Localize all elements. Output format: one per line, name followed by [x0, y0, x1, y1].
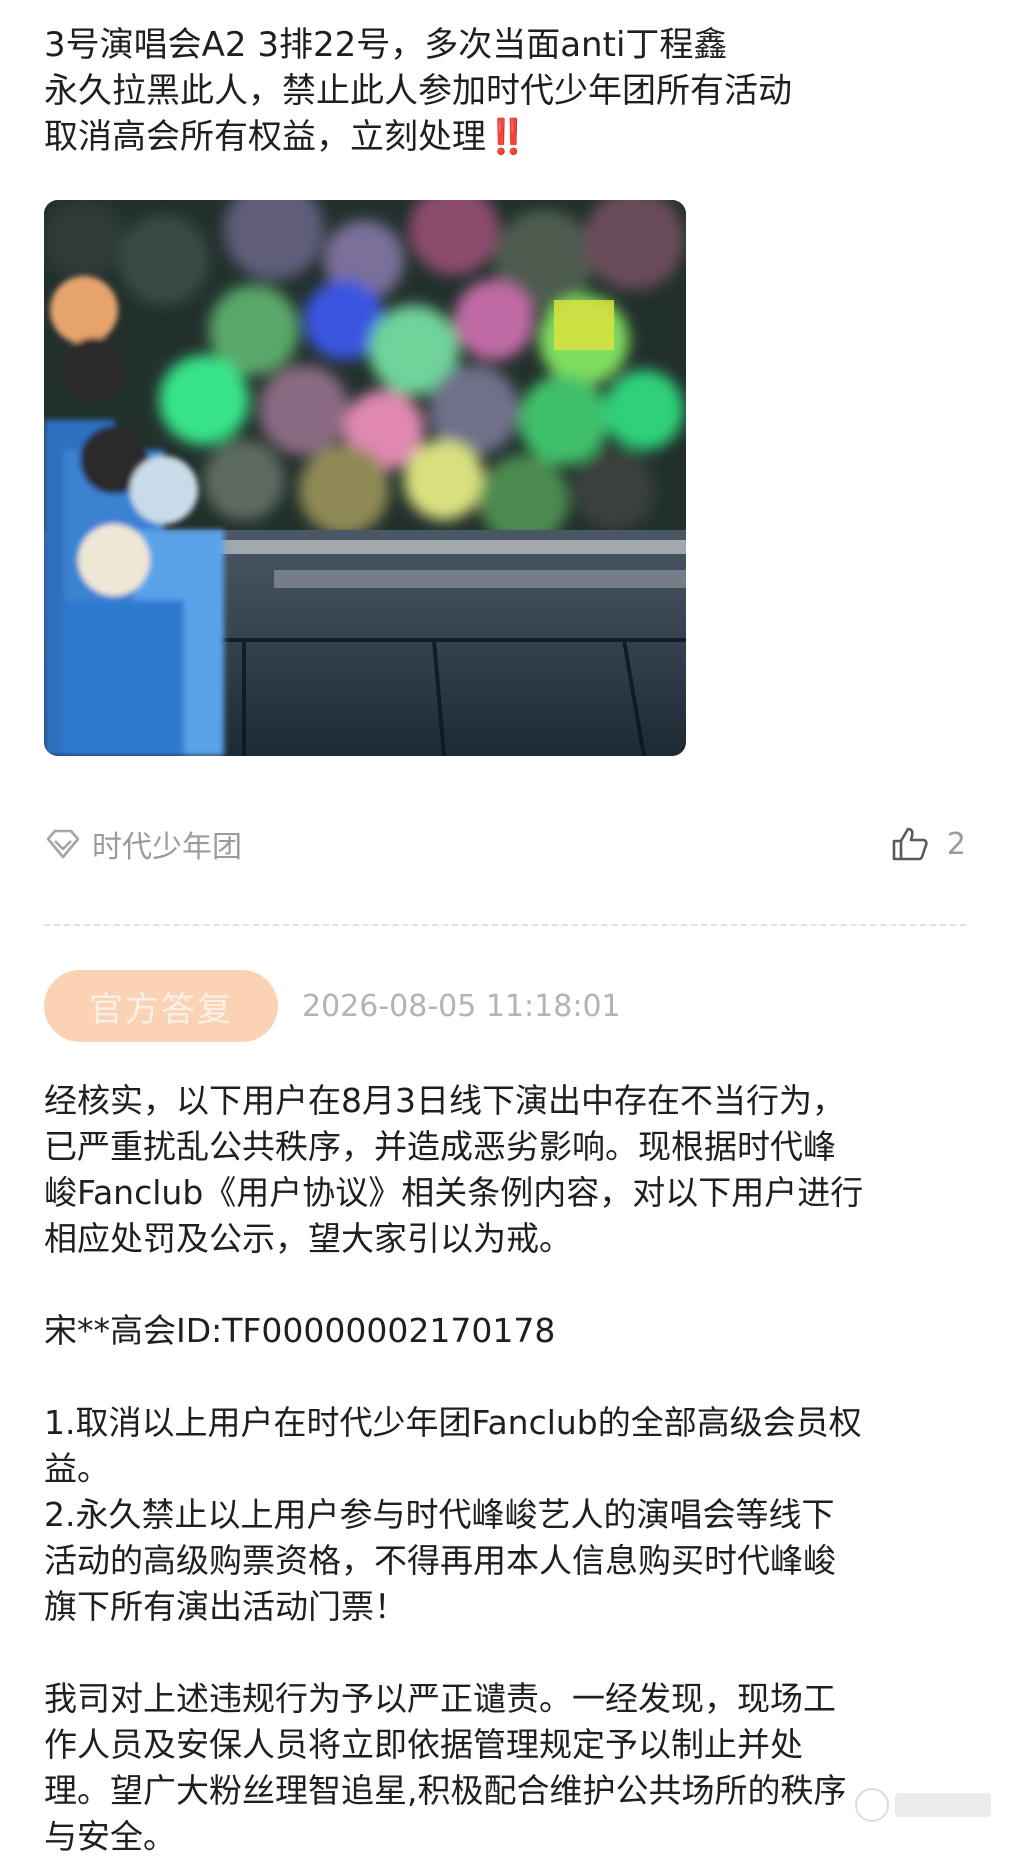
official-reply-badge: 官方答复 — [44, 970, 278, 1042]
penalty-line: 旗下所有演出活动门票！ — [44, 1587, 407, 1626]
closing-line: 作人员及安保人员将立即依据管理规定予以制止并处 — [44, 1725, 803, 1764]
penalty-line: 2.永久禁止以上用户参与时代峰峻艺人的演唱会等线下 — [44, 1495, 835, 1534]
like-button[interactable]: 2 — [891, 822, 966, 866]
closing-line: 我司对上述违规行为予以严正谴责。一经发现，现场工 — [44, 1679, 836, 1718]
topic-tag[interactable]: 时代少年团 — [44, 822, 242, 866]
like-count: 2 — [946, 826, 966, 862]
section-divider — [44, 924, 966, 926]
reply-line: 峻Fanclub《用户协议》相关条例内容，对以下用户进行 — [44, 1173, 864, 1212]
watermark-redacted — [895, 1793, 991, 1817]
penalty-line: 1.取消以上用户在时代少年团Fanclub的全部高级会员权 — [44, 1403, 862, 1442]
reply-line: 已严重扰乱公共秩序，并造成恶劣影响。现根据时代峰 — [44, 1127, 836, 1166]
concert-photo[interactable] — [44, 200, 686, 756]
post-line: 取消高会所有权益，立刻处理‼️ — [44, 114, 974, 160]
post-line: 3号演唱会A2 3排22号，多次当面anti丁程鑫 — [44, 25, 728, 65]
penalty-line: 活动的高级购票资格，不得再用本人信息购买时代峰峻 — [44, 1541, 836, 1580]
user-id-line: 宋**高会ID:TF00000002170178 — [44, 1311, 556, 1350]
watermark — [855, 1785, 991, 1825]
double-exclamation-icon: ‼️ — [486, 117, 528, 157]
post-text: 3号演唱会A2 3排22号，多次当面anti丁程鑫 永久拉黑此人，禁止此人参加时… — [44, 22, 974, 160]
closing-line: 理。望广大粉丝理智追星,积极配合维护公共场所的秩序 — [44, 1771, 847, 1810]
reply-line: 经核实，以下用户在8月3日线下演出中存在不当行为， — [44, 1081, 845, 1120]
diamond-tag-icon — [46, 829, 80, 859]
penalty-line: 益。 — [44, 1449, 110, 1488]
reply-body: 经核实，以下用户在8月3日线下演出中存在不当行为， 已严重扰乱公共秩序，并造成恶… — [44, 1078, 974, 1860]
reply-line: 相应处罚及公示，望大家引以为戒。 — [44, 1219, 572, 1258]
reply-timestamp: 2026-08-05 11:18:01 — [302, 988, 621, 1024]
topic-tag-label: 时代少年团 — [92, 830, 242, 865]
post-meta-row: 时代少年团 2 — [44, 818, 966, 870]
post-line: 永久拉黑此人，禁止此人参加时代少年团所有活动 — [44, 71, 792, 111]
post-line-text: 取消高会所有权益，立刻处理 — [44, 117, 486, 157]
watermark-logo-icon — [855, 1788, 889, 1822]
thumbs-up-icon — [892, 827, 928, 861]
closing-line: 与安全。 — [44, 1817, 176, 1856]
reply-header: 官方答复 2026-08-05 11:18:01 — [44, 970, 966, 1042]
